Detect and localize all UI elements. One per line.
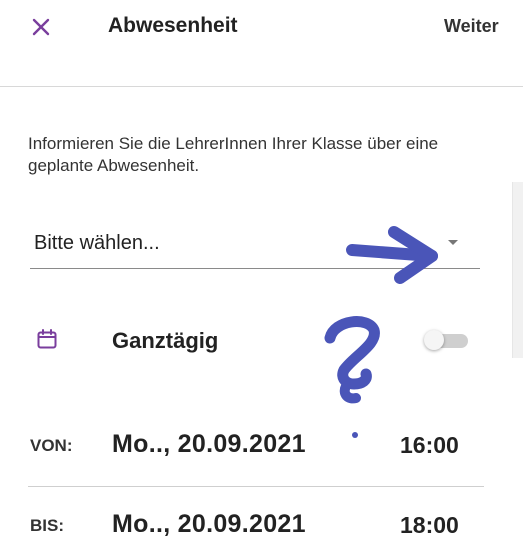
info-text: Informieren Sie die LehrerInnen Ihrer Kl… [28, 134, 439, 175]
close-icon [32, 18, 50, 36]
allday-toggle[interactable] [424, 330, 468, 350]
toggle-knob [424, 330, 444, 350]
to-time[interactable]: 18:00 [400, 512, 459, 539]
scroll-edge [512, 182, 523, 358]
from-time[interactable]: 16:00 [400, 432, 459, 459]
allday-label: Ganztägig [112, 328, 219, 353]
from-label: VON: [30, 436, 73, 455]
annotation-dot [352, 432, 358, 438]
calendar-icon [36, 328, 58, 350]
from-date[interactable]: Mo.., 20.09.2021 [112, 430, 306, 459]
to-date[interactable]: Mo.., 20.09.2021 [112, 510, 306, 539]
close-button[interactable] [24, 10, 58, 44]
to-label: BIS: [30, 516, 64, 535]
reason-select[interactable]: Bitte wählen... [30, 218, 480, 269]
select-value: Bitte wählen... [34, 232, 160, 254]
chevron-down-icon [448, 240, 458, 245]
annotation-question-mark [324, 316, 380, 404]
row-divider [28, 486, 484, 487]
next-button[interactable]: Weiter [444, 16, 499, 37]
page-title: Abwesenheit [108, 14, 238, 37]
header-divider [0, 86, 523, 87]
